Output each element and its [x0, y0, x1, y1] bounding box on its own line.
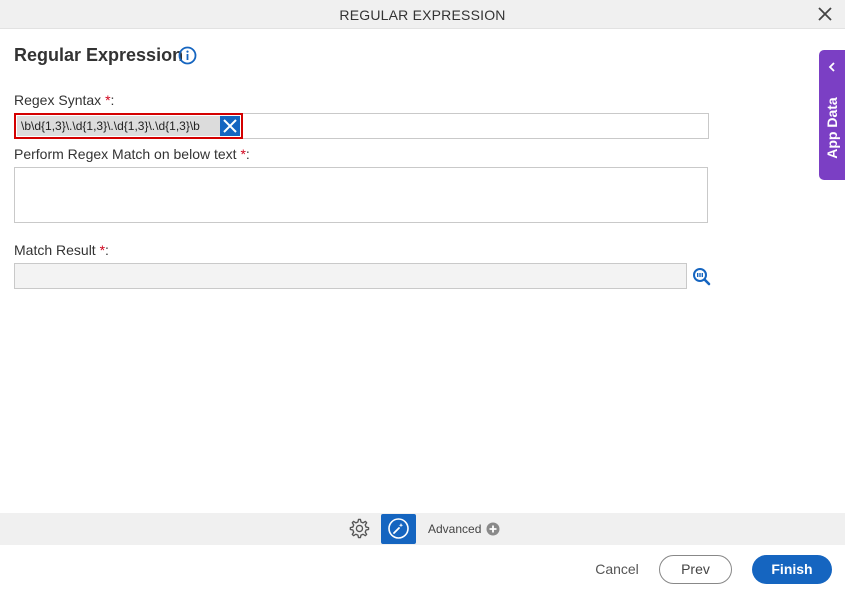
- lookup-icon[interactable]: [692, 267, 711, 286]
- page-title: Regular Expression: [14, 45, 184, 65]
- info-icon[interactable]: [178, 46, 197, 65]
- finish-button[interactable]: Finish: [752, 555, 832, 584]
- match-text-area[interactable]: [14, 167, 708, 223]
- dialog-title: REGULAR EXPRESSION: [339, 7, 506, 23]
- chevron-left-icon: [828, 62, 835, 72]
- gear-icon[interactable]: [347, 517, 370, 540]
- advanced-link[interactable]: Advanced: [428, 522, 481, 536]
- prev-button[interactable]: Prev: [659, 555, 732, 584]
- match-result-field[interactable]: [14, 263, 687, 289]
- clear-token-button[interactable]: [220, 116, 240, 136]
- app-data-tab[interactable]: App Data: [819, 50, 845, 180]
- match-result-label: Match Result *:: [14, 242, 109, 258]
- dialog-titlebar: REGULAR EXPRESSION: [0, 0, 845, 29]
- magic-wand-button[interactable]: [381, 514, 416, 544]
- bottom-toolbar: [0, 513, 845, 545]
- match-text-label: Perform Regex Match on below text *:: [14, 146, 250, 162]
- magic-wand-icon: [388, 518, 409, 539]
- regex-syntax-label: Regex Syntax *:: [14, 92, 115, 108]
- plus-circle-icon[interactable]: [486, 522, 500, 536]
- cancel-button[interactable]: Cancel: [588, 561, 646, 577]
- regex-token[interactable]: \b\d{1,3}\.\d{1,3}\.\d{1,3}\.\d{1,3}\b: [14, 113, 243, 139]
- close-icon[interactable]: [817, 6, 833, 22]
- app-data-label: App Data: [824, 97, 840, 159]
- clear-icon: [223, 119, 237, 133]
- regex-token-value: \b\d{1,3}\.\d{1,3}\.\d{1,3}\.\d{1,3}\b: [17, 116, 220, 136]
